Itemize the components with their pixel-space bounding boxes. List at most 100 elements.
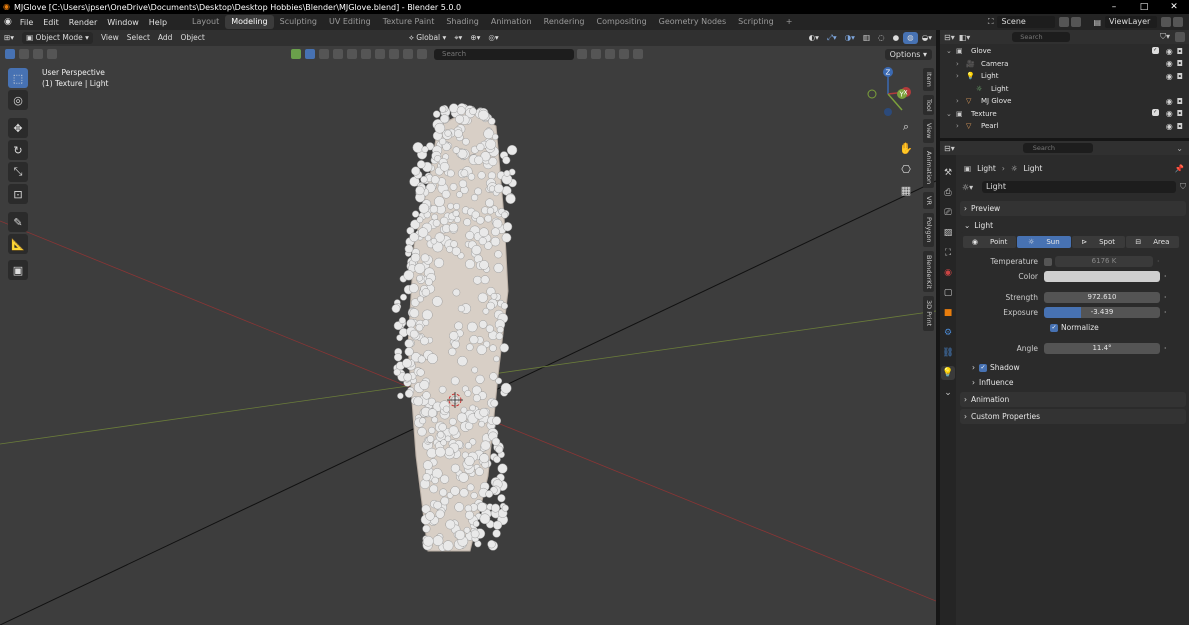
light-section-header[interactable]: ⌄ Light — [960, 218, 1186, 233]
tab-uv-editing[interactable]: UV Editing — [323, 15, 377, 29]
tab-layout[interactable]: Layout — [186, 15, 225, 29]
filter-icon[interactable] — [291, 49, 301, 59]
render-tab-icon[interactable]: ⎙ — [941, 186, 955, 200]
expand-arrow-icon[interactable]: ⌄ — [946, 47, 956, 55]
outliner-editor-type-icon[interactable]: ⊟▾ — [944, 33, 955, 42]
outliner-search-input[interactable]: Search — [1012, 32, 1071, 42]
tab-rendering[interactable]: Rendering — [538, 15, 591, 29]
visibility-eye-icon[interactable]: ◉ — [1166, 59, 1173, 68]
outliner-display-mode-icon[interactable]: ◧▾ — [959, 33, 971, 42]
select-mode-extend-icon[interactable] — [19, 49, 29, 59]
shadow-subpanel[interactable]: › ✓ Shadow — [960, 360, 1186, 375]
filter-curve-icon[interactable] — [319, 49, 329, 59]
scene-selector[interactable]: Scene — [997, 16, 1056, 28]
viewlayer-selector[interactable]: ViewLayer — [1105, 16, 1157, 28]
menu-view[interactable]: View — [97, 32, 123, 44]
filter-camera-icon[interactable] — [417, 49, 427, 59]
sidebar-tab-vr[interactable]: VR — [923, 192, 934, 209]
transform-orientation-dropdown[interactable]: ⟡ Global ▾ — [405, 32, 450, 44]
collapse-arrow-icon[interactable]: › — [956, 122, 966, 130]
collection-checkbox[interactable]: ✓ — [1151, 46, 1159, 54]
filter-armature-icon[interactable] — [389, 49, 399, 59]
scene-tab-icon[interactable]: ⛶ — [941, 246, 955, 260]
tool-tab-icon[interactable]: ⚒ — [941, 166, 955, 180]
collapse-arrow-icon[interactable]: › — [956, 72, 966, 80]
minimize-button[interactable]: – — [1099, 2, 1129, 12]
visibility-eye-icon[interactable]: ◉ — [1166, 47, 1173, 56]
sidebar-tab-blenderkit[interactable]: BlenderKit — [923, 250, 934, 293]
outliner-row[interactable]: › 🎥 Camera ◉ ◘ — [940, 58, 1189, 71]
render-camera-icon[interactable]: ◘ — [1177, 59, 1183, 68]
visibility-eye-icon[interactable]: ◉ — [1166, 122, 1173, 131]
temperature-checkbox[interactable] — [1044, 257, 1052, 266]
xray-toggle-icon[interactable]: ▥ — [859, 32, 874, 44]
blender-menu-icon[interactable]: ◉ — [4, 17, 12, 27]
shading-material-icon[interactable]: ◍ — [903, 32, 918, 44]
shading-wireframe-icon[interactable]: ◌ — [874, 32, 889, 44]
keyframe-dot-icon[interactable]: · — [1164, 293, 1166, 302]
search-clear-icon[interactable] — [577, 49, 587, 59]
funnel-filter-icon[interactable] — [619, 49, 629, 59]
outliner-row[interactable]: › 💡 Light ◉ ◘ — [940, 70, 1189, 83]
annotate-tool[interactable]: ✎ — [8, 212, 28, 232]
menu-add[interactable]: Add — [154, 32, 177, 44]
strength-field[interactable]: 972.610 — [1044, 292, 1160, 303]
ortho-grid-icon[interactable]: ▦ — [898, 182, 914, 198]
angle-field[interactable]: 11.4° — [1044, 343, 1160, 354]
constraints-tab-icon[interactable]: ⛓ — [941, 346, 955, 360]
color-swatch[interactable] — [1044, 271, 1160, 282]
cursor-tool[interactable]: ◎ — [8, 90, 28, 110]
snap-icon[interactable]: ⊕▾ — [466, 32, 484, 44]
tab-compositing[interactable]: Compositing — [591, 15, 653, 29]
select-mode-subtract-icon[interactable] — [33, 49, 43, 59]
sidebar-tab-tool[interactable]: Tool — [923, 94, 934, 116]
temperature-field[interactable]: 6176 K — [1055, 256, 1153, 267]
overlays-toggle-icon[interactable]: ◑▾ — [841, 32, 859, 44]
new-collection-icon[interactable] — [1175, 32, 1185, 42]
world-tab-icon[interactable]: ◉ — [941, 266, 955, 280]
options-dropdown[interactable]: Options ▾ — [884, 48, 932, 60]
light-type-area-button[interactable]: ⊟ Area — [1125, 236, 1179, 248]
new-scene-icon[interactable] — [1059, 17, 1070, 27]
light-type-point-button[interactable]: ◉ Point — [963, 236, 1017, 248]
visibility-eye-icon[interactable]: ◉ — [1166, 72, 1173, 81]
filter-surface-icon[interactable] — [333, 49, 343, 59]
menu-select[interactable]: Select — [123, 32, 154, 44]
light-type-spot-button[interactable]: ⊳ Spot — [1071, 236, 1125, 248]
filter-meta-icon[interactable] — [347, 49, 357, 59]
render-camera-icon[interactable]: ◘ — [1177, 122, 1183, 131]
outliner-row[interactable]: › ▽ MJ Glove ◉ ◘ — [940, 95, 1189, 108]
tab-shading[interactable]: Shading — [440, 15, 485, 29]
light-type-sun-button[interactable]: ☼ Sun — [1017, 236, 1071, 248]
outliner-row[interactable]: ⌄ ▣ Texture ✓ ◉ ◘ — [940, 108, 1189, 121]
exposure-field[interactable]: -3.439 — [1044, 307, 1160, 318]
sidebar-tab-view[interactable]: View — [923, 119, 934, 143]
normalize-checkbox[interactable]: ✓ — [1050, 323, 1058, 332]
visibility-icon[interactable]: ◐▾ — [805, 32, 823, 44]
rotate-tool[interactable]: ↻ — [8, 140, 28, 160]
tab-geometry-nodes[interactable]: Geometry Nodes — [653, 15, 732, 29]
close-button[interactable]: ✕ — [1159, 2, 1189, 12]
bookmark-icon[interactable] — [591, 49, 601, 59]
scale-tool[interactable]: ⤡ — [8, 162, 28, 182]
filter-text-icon[interactable] — [361, 49, 371, 59]
editor-type-icon[interactable]: ⊞▾ — [0, 32, 18, 44]
expand-arrow-icon[interactable]: ⌄ — [946, 110, 956, 118]
custom-properties-section-header[interactable]: › Custom Properties — [960, 409, 1186, 424]
proportional-edit-icon[interactable]: ◎▾ — [484, 32, 502, 44]
render-camera-icon[interactable]: ◘ — [1177, 72, 1183, 81]
tab-animation[interactable]: Animation — [485, 15, 538, 29]
filter-mesh-icon[interactable] — [305, 49, 315, 59]
sidebar-tab-polygon[interactable]: Polygon — [923, 212, 934, 247]
modifiers-tab-icon[interactable]: ⚙ — [941, 326, 955, 340]
shading-solid-icon[interactable]: ● — [889, 32, 904, 44]
tabs-more-icon[interactable]: ⌄ — [941, 386, 955, 400]
select-mode-new-icon[interactable] — [5, 49, 15, 59]
measure-tool[interactable]: 📐 — [8, 234, 28, 254]
outliner-row[interactable]: ⌄ ▣ Glove ✓ ◉ ◘ — [940, 45, 1189, 58]
tab-scripting[interactable]: Scripting — [732, 15, 780, 29]
preview-section-header[interactable]: › Preview — [960, 201, 1186, 216]
properties-editor-type-icon[interactable]: ⊟▾ — [944, 144, 955, 153]
menu-help[interactable]: Help — [144, 18, 172, 27]
render-camera-icon[interactable]: ◘ — [1177, 109, 1183, 118]
